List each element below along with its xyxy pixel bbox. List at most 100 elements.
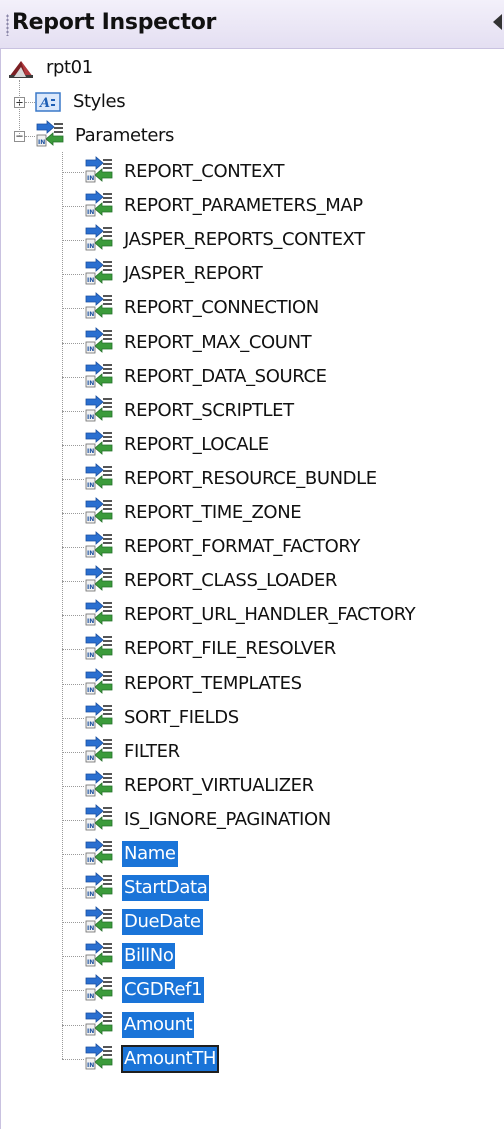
parameter-label: REPORT_URL_HANDLER_FACTORY <box>124 604 416 625</box>
parameter-item[interactable]: IN REPORT_LOCALE <box>62 429 271 461</box>
parameter-item[interactable]: IN REPORT_DATA_SOURCE <box>62 361 329 393</box>
svg-text:IN: IN <box>87 550 94 557</box>
parameter-item[interactable]: IN StartData <box>62 872 210 904</box>
parameters-label: Parameters <box>75 125 175 146</box>
parameter-item[interactable]: IN CGDRef1 <box>62 974 205 1006</box>
parameter-label: REPORT_PARAMETERS_MAP <box>124 195 363 216</box>
svg-text:IN: IN <box>87 857 94 864</box>
drag-grip-icon[interactable] <box>6 14 9 36</box>
parameter-icon: IN <box>84 804 114 836</box>
parameter-label: Amount <box>122 1012 195 1038</box>
svg-text:IN: IN <box>87 618 94 625</box>
svg-text:IN: IN <box>87 652 94 659</box>
parameter-item[interactable]: IN DueDate <box>62 906 203 938</box>
svg-text:IN: IN <box>87 311 94 318</box>
parameter-icon: IN <box>84 429 114 461</box>
parameter-icon: IN <box>84 906 114 938</box>
svg-text:IN: IN <box>87 891 94 898</box>
parameter-icon: IN <box>84 531 114 563</box>
svg-text:IN: IN <box>87 755 94 762</box>
svg-text:IN: IN <box>87 993 94 1000</box>
svg-text:IN: IN <box>87 1028 94 1035</box>
parameters-icon: IN <box>35 120 65 152</box>
parameter-icon: IN <box>84 599 114 631</box>
parameter-label: AmountTH <box>120 1045 220 1073</box>
parameter-item[interactable]: IN JASPER_REPORTS_CONTEXT <box>62 224 367 256</box>
parameter-item[interactable]: IN REPORT_FILE_RESOLVER <box>62 633 338 665</box>
tree-node-styles[interactable]: + A Styles <box>14 86 127 118</box>
svg-text:IN: IN <box>38 139 45 146</box>
parameter-label: REPORT_VIRTUALIZER <box>124 775 314 796</box>
parameter-label: FILTER <box>124 741 180 762</box>
parameter-item[interactable]: IN AmountTH <box>62 1043 220 1075</box>
parameter-icon: IN <box>84 838 114 870</box>
collapse-panel-icon[interactable] <box>493 14 502 30</box>
svg-text:IN: IN <box>87 346 94 353</box>
parameter-icon: IN <box>84 565 114 597</box>
parameter-item[interactable]: IN REPORT_CONNECTION <box>62 292 321 324</box>
parameter-item[interactable]: IN REPORT_CONTEXT <box>62 156 286 188</box>
panel-titlebar: Report Inspector <box>0 0 504 49</box>
parameter-icon: IN <box>84 463 114 495</box>
parameter-item[interactable]: IN REPORT_RESOURCE_BUNDLE <box>62 463 379 495</box>
svg-text:IN: IN <box>87 823 94 830</box>
svg-text:IN: IN <box>87 687 94 694</box>
svg-text:IN: IN <box>87 1062 94 1069</box>
parameter-label: Name <box>122 841 178 867</box>
parameter-item[interactable]: IN IS_IGNORE_PAGINATION <box>62 804 333 836</box>
parameter-icon: IN <box>84 668 114 700</box>
parameter-label: JASPER_REPORTS_CONTEXT <box>124 229 365 250</box>
parameter-item[interactable]: IN REPORT_TIME_ZONE <box>62 497 303 529</box>
parameter-label: CGDRef1 <box>122 977 205 1003</box>
styles-label: Styles <box>73 91 126 112</box>
parameter-icon: IN <box>84 1043 114 1075</box>
parameter-item[interactable]: IN JASPER_REPORT <box>62 258 264 290</box>
svg-text:IN: IN <box>87 448 94 455</box>
report-inspector-panel: Report Inspector rpt01 + A Styles − IN P… <box>0 0 504 1129</box>
svg-text:IN: IN <box>87 243 94 250</box>
tree-node-parameters[interactable]: − IN Parameters <box>14 120 176 152</box>
parameter-item[interactable]: IN Name <box>62 838 178 870</box>
parameter-item[interactable]: IN SORT_FIELDS <box>62 702 241 734</box>
styles-icon: A <box>35 92 61 112</box>
parameter-icon: IN <box>84 361 114 393</box>
svg-text:IN: IN <box>87 959 94 966</box>
parameter-icon: IN <box>84 497 114 529</box>
parameter-item[interactable]: IN REPORT_FORMAT_FACTORY <box>62 531 362 563</box>
parameter-label: IS_IGNORE_PAGINATION <box>124 809 331 830</box>
svg-text:A: A <box>38 96 50 111</box>
parameter-item[interactable]: IN BillNo <box>62 940 176 972</box>
parameter-label: REPORT_DATA_SOURCE <box>124 366 327 387</box>
svg-text:IN: IN <box>87 414 94 421</box>
panel-title: Report Inspector <box>12 10 217 35</box>
parameter-label: REPORT_CONTEXT <box>124 161 285 182</box>
parameter-icon: IN <box>84 258 114 290</box>
svg-text:IN: IN <box>87 277 94 284</box>
parameter-icon: IN <box>84 292 114 324</box>
parameter-label: REPORT_MAX_COUNT <box>124 332 312 353</box>
parameter-label: DueDate <box>122 909 203 935</box>
tree-guide-line <box>19 80 20 136</box>
root-label: rpt01 <box>46 57 93 78</box>
parameter-label: REPORT_FORMAT_FACTORY <box>124 536 360 557</box>
svg-text:IN: IN <box>87 209 94 216</box>
svg-text:IN: IN <box>87 584 94 591</box>
parameter-label: REPORT_SCRIPTLET <box>124 400 294 421</box>
parameter-label: StartData <box>122 875 210 901</box>
parameter-item[interactable]: IN REPORT_VIRTUALIZER <box>62 770 316 802</box>
parameter-icon: IN <box>84 770 114 802</box>
parameter-item[interactable]: IN REPORT_TEMPLATES <box>62 668 304 700</box>
parameter-label: REPORT_TEMPLATES <box>124 673 302 694</box>
parameter-item[interactable]: IN FILTER <box>62 736 182 768</box>
parameter-icon: IN <box>84 702 114 734</box>
parameter-item[interactable]: IN REPORT_CLASS_LOADER <box>62 565 339 597</box>
svg-text:IN: IN <box>87 175 94 182</box>
parameter-item[interactable]: IN Amount <box>62 1009 195 1041</box>
parameter-item[interactable]: IN REPORT_PARAMETERS_MAP <box>62 190 365 222</box>
parameter-icon: IN <box>84 395 114 427</box>
parameter-icon: IN <box>84 974 114 1006</box>
parameter-icon: IN <box>84 633 114 665</box>
parameter-item[interactable]: IN REPORT_URL_HANDLER_FACTORY <box>62 599 417 631</box>
parameter-item[interactable]: IN REPORT_MAX_COUNT <box>62 327 313 359</box>
parameter-item[interactable]: IN REPORT_SCRIPTLET <box>62 395 296 427</box>
